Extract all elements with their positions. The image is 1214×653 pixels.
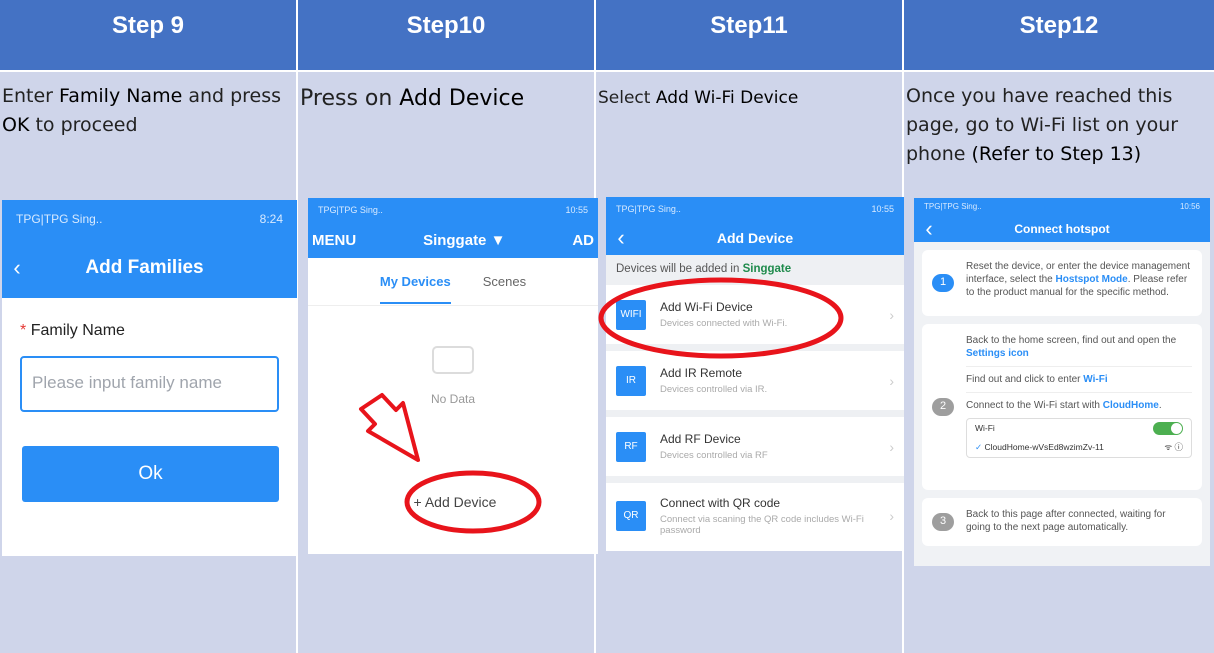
carrier-text: TPG|TPG Sing.. [318,205,383,215]
required-mark: * [20,322,27,339]
status-bar: TPG|TPG Sing.. 10:56 [914,198,1210,216]
chevron-right-icon: › [889,438,894,455]
wifi-toggle [1153,422,1183,435]
nav-bar: ‹ Connect hotspot [914,216,1210,242]
step-description: Select Add Wi-Fi Device [598,88,799,108]
page-title: Add Families [85,257,204,278]
chevron-right-icon: › [889,306,894,323]
step-description: Enter Family Name and press OK to procee… [2,85,282,136]
qr-badge-icon: QR [616,501,646,531]
instruction-card-3: 3 Back to this page after connected, wai… [922,498,1202,546]
screenshot-add-device: TPG|TPG Sing.. 10:55 ‹ Add Device Device… [606,197,904,551]
option-subtitle: Devices controlled via IR. [660,384,768,395]
add-device-button[interactable]: + Add Device [400,487,510,517]
status-bar: TPG|TPG Sing.. 10:55 [606,197,904,221]
carrier-text: TPG|TPG Sing.. [16,212,103,226]
option-subtitle: Devices controlled via RF [660,450,768,461]
wifi-list-preview: Wi-Fi ✓ CloudHome-wVsEd8wzimZv-11 ᯤ ⓘ [966,418,1192,458]
page-title: Add Device [716,230,794,246]
option-subtitle: Devices connected with Wi-Fi. [660,318,788,329]
option-ir-remote[interactable]: IR Add IR Remote Devices controlled via I… [606,351,904,417]
nav-bar: ‹ Add Device [606,221,904,255]
back-arrow-icon[interactable]: ‹ [606,225,636,251]
divider [966,366,1192,367]
step-number: 2 [932,398,954,416]
status-bar: TPG|TPG Sing.. 8:24 [2,200,297,238]
check-icon: ✓ [975,442,983,452]
divider [966,392,1192,393]
back-arrow-icon[interactable]: ‹ [914,216,944,242]
step-number: 3 [932,513,954,531]
page-title: Connect hotspot [1014,222,1110,236]
family-name-input[interactable]: Please input family name [20,356,279,412]
screenshot-add-families: TPG|TPG Sing.. 8:24 ‹ Add Families * Fam… [2,200,297,556]
wifi-label: Wi-Fi [975,423,995,433]
step-number: 1 [932,274,954,292]
clock-text: 10:56 [1179,202,1200,211]
tab-scenes[interactable]: Scenes [483,274,526,305]
step-description: Press on Add Device [300,86,525,111]
rf-badge-icon: RF [616,431,646,462]
menu-button[interactable]: MENU [312,232,356,249]
family-info-banner: Devices will be added in Singgate [606,255,904,285]
screenshot-connect-hotspot: TPG|TPG Sing.. 10:56 ‹ Connect hotspot 1… [914,198,1210,566]
option-rf-device[interactable]: RF Add RF Device Devices controlled via R… [606,417,904,483]
carrier-text: TPG|TPG Sing.. [924,202,982,211]
instruction-card-1: 1 Reset the device, or enter the device … [922,250,1202,316]
nav-bar: MENU Singgate ▼ AD [308,222,598,258]
option-title: Add RF Device [660,432,741,446]
option-title: Connect with QR code [660,496,781,510]
option-title: Add IR Remote [660,366,743,380]
wifi-badge-icon: WIFI [616,299,646,330]
family-selector[interactable]: Singgate ▼ [423,232,505,249]
nav-bar: ‹ Add Families [2,238,297,298]
step-description: Once you have reached this page, go to W… [906,85,1179,165]
step-heading: Step10 [298,0,594,72]
tab-bar: My Devices Scenes [308,258,598,306]
add-button-cut[interactable]: AD [572,232,594,249]
option-title: Add Wi-Fi Device [660,300,753,314]
network-name: CloudHome-wVsEd8wzimZv-11 [984,442,1104,452]
clock-text: 10:55 [565,205,588,215]
chevron-right-icon: › [889,372,894,389]
status-bar: TPG|TPG Sing.. 10:55 [308,198,598,222]
tab-my-devices[interactable]: My Devices [379,274,451,304]
ir-badge-icon: IR [616,365,646,396]
family-name-label: * Family Name [20,322,125,339]
wifi-signal-icon: ᯤ ⓘ [1164,442,1183,452]
step-heading: Step11 [596,0,902,72]
clock-text: 8:24 [259,212,283,226]
instruction-card-2: 2 Back to the home screen, find out and … [922,324,1202,490]
back-arrow-icon[interactable]: ‹ [2,255,32,281]
option-wifi-device[interactable]: WIFI Add Wi-Fi Device Devices connected w… [606,285,904,351]
option-subtitle: Connect via scaning the QR code includes… [660,514,864,536]
step-heading: Step 9 [0,0,296,72]
ok-button[interactable]: Ok [22,446,279,502]
step-heading: Step12 [904,0,1214,72]
empty-box-icon [432,346,474,374]
chevron-right-icon: › [889,508,894,524]
carrier-text: TPG|TPG Sing.. [616,204,681,214]
clock-text: 10:55 [871,204,894,214]
screenshot-my-devices: TPG|TPG Sing.. 10:55 MENU Singgate ▼ AD … [308,198,598,554]
option-qr-code[interactable]: QR Connect with QR code Connect via scani… [606,483,904,549]
empty-text: No Data [430,392,476,406]
